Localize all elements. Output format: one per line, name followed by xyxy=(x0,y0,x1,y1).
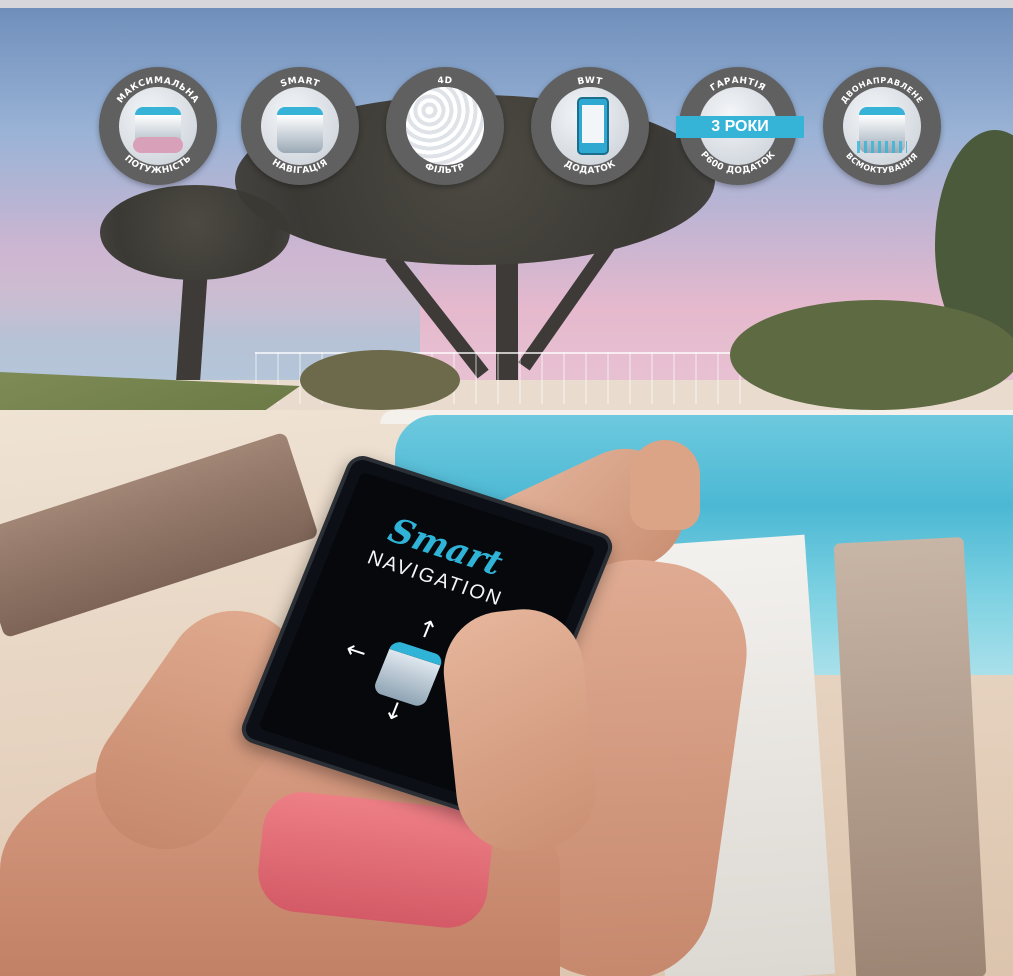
badge-bottom-label: ВСМОКТУВАННЯ xyxy=(844,151,919,175)
lounger-armrest-right xyxy=(833,536,987,976)
badge-top-label: ГАРАНТІЯ xyxy=(709,76,767,94)
arrow-up-icon: ↑ xyxy=(412,613,443,646)
badge-text: ДВОНАПРАВЛЕНЕ ВСМОКТУВАННЯ xyxy=(839,76,924,175)
badge-dual-suction: ДВОНАПРАВЛЕНЕ ВСМОКТУВАННЯ xyxy=(823,67,941,185)
badge-text: SMART НАВІГАЦІЯ xyxy=(270,76,330,176)
arrow-left-icon: ← xyxy=(341,634,372,667)
badge-text: BWT ДОДАТОК xyxy=(562,76,617,176)
svg-text:P600 ДОДАТОК: P600 ДОДАТОК xyxy=(698,150,778,176)
svg-text:ГАРАНТІЯ: ГАРАНТІЯ xyxy=(709,76,767,94)
badge-max-power: МАКСИМАЛЬНА ПОТУЖНІСТЬ xyxy=(99,67,217,185)
badge-top-label: МАКСИМАЛЬНА xyxy=(116,76,200,105)
badge-top-label: 4D xyxy=(437,76,452,87)
badge-bwt-app: BWT ДОДАТОК xyxy=(531,67,649,185)
svg-text:4D: 4D xyxy=(437,76,453,87)
badge-top-label: SMART xyxy=(279,76,320,90)
badge-text: МАКСИМАЛЬНА ПОТУЖНІСТЬ xyxy=(116,76,201,176)
badge-smart-navigation: SMART НАВІГАЦІЯ xyxy=(241,67,359,185)
badge-top-label: BWT xyxy=(577,76,603,88)
badge-text: 4D ФІЛЬТР xyxy=(423,76,466,176)
svg-text:МАКСИМАЛЬНА: МАКСИМАЛЬНА xyxy=(116,76,201,105)
bush-left xyxy=(300,350,460,410)
svg-text:BWT: BWT xyxy=(577,76,604,88)
warranty-ribbon: 3 РОКИ xyxy=(676,116,804,138)
badge-bottom-label: P600 ДОДАТОК xyxy=(698,150,777,176)
svg-text:ФІЛЬТР: ФІЛЬТР xyxy=(423,162,466,176)
top-strip xyxy=(0,0,1013,8)
bush-right xyxy=(730,300,1013,410)
foot xyxy=(630,440,700,530)
svg-text:ДОДАТОК: ДОДАТОК xyxy=(562,159,617,176)
svg-text:ПОТУЖНІСТЬ: ПОТУЖНІСТЬ xyxy=(122,154,193,176)
badge-bottom-label: ПОТУЖНІСТЬ xyxy=(122,154,193,176)
badge-4d-filter: 4D ФІЛЬТР xyxy=(386,67,504,185)
scene: Smart NAVIGATION ↑ ↓ ← → МАКСИМАЛЬНА ПОТ… xyxy=(0,0,1013,976)
badge-top-label: ДВОНАПРАВЛЕНЕ xyxy=(839,76,924,105)
robot-cleaner-icon xyxy=(371,639,445,709)
svg-text:ДВОНАПРАВЛЕНЕ: ДВОНАПРАВЛЕНЕ xyxy=(839,76,924,105)
arrow-down-icon: ↓ xyxy=(379,695,409,728)
svg-text:НАВІГАЦІЯ: НАВІГАЦІЯ xyxy=(270,158,330,176)
badge-bottom-label: ФІЛЬТР xyxy=(423,162,466,176)
badge-bottom-label: НАВІГАЦІЯ xyxy=(270,158,329,176)
badge-bottom-label: ДОДАТОК xyxy=(562,159,617,176)
svg-text:SMART: SMART xyxy=(279,76,321,90)
svg-text:ВСМОКТУВАННЯ: ВСМОКТУВАННЯ xyxy=(844,151,920,175)
